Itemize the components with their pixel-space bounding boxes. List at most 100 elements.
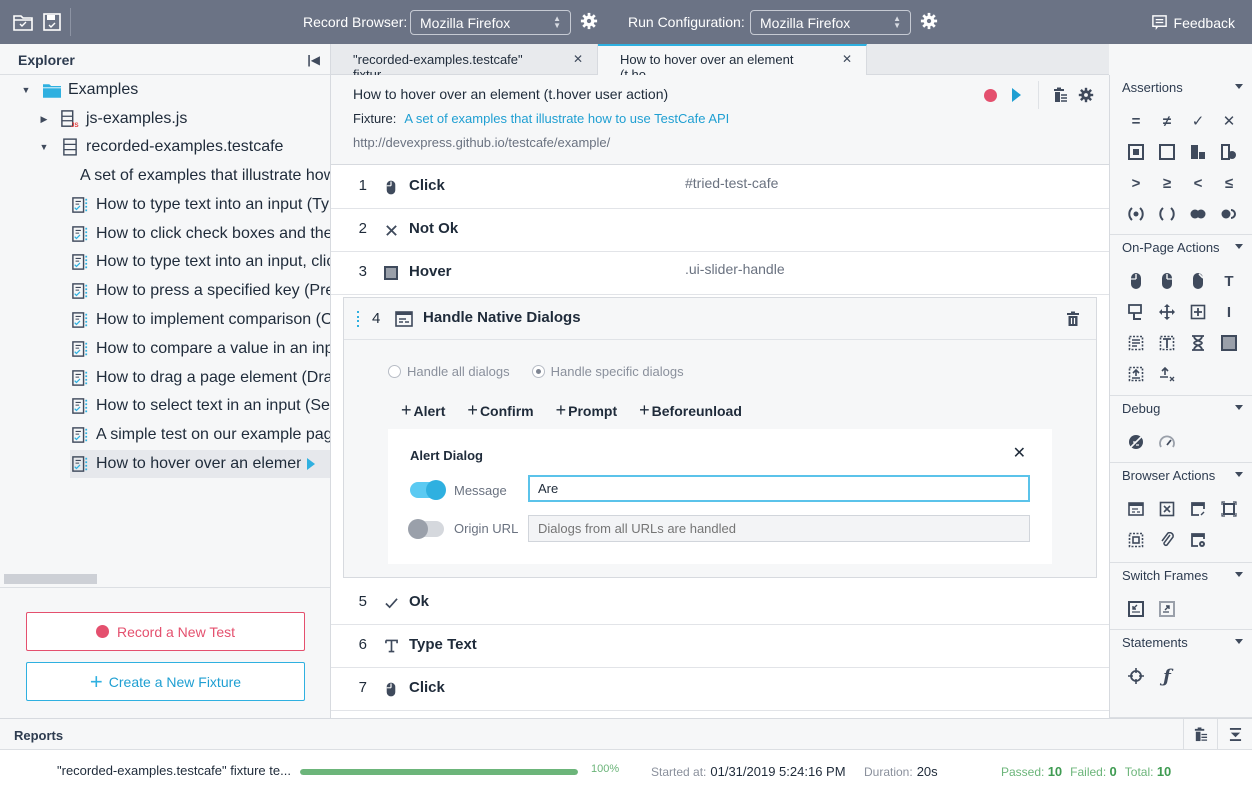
resize-to-fit-icon[interactable] (1124, 528, 1148, 552)
delete-step-icon[interactable] (1066, 311, 1080, 327)
select-text-icon[interactable]: I (1217, 300, 1241, 324)
type-of-icon[interactable] (1186, 140, 1210, 164)
not-within-icon[interactable] (1155, 202, 1179, 226)
collapse-panel-icon[interactable]: |◀ (307, 53, 320, 67)
not-type-of-icon[interactable] (1217, 140, 1241, 164)
not-equal-icon[interactable]: ≠ (1155, 109, 1179, 133)
record-browser-select[interactable]: Mozilla Firefox ▲ ▼ (410, 10, 571, 35)
press-key-icon[interactable] (1217, 331, 1241, 355)
add-prompt-button[interactable]: + Prompt (556, 400, 618, 421)
caret-down-icon[interactable] (1235, 244, 1243, 249)
maximize-window-icon[interactable] (1217, 497, 1241, 521)
step-row[interactable]: 2 Not Ok (331, 209, 1109, 252)
record-new-test-button[interactable]: Record a New Test (26, 612, 305, 651)
close-tab-icon[interactable]: ✕ (842, 52, 852, 76)
right-click-icon[interactable] (1155, 269, 1179, 293)
tab-fixture[interactable]: "recorded-examples.testcafe" fixtur... ✕ (331, 44, 598, 82)
resize-window-icon[interactable] (1186, 497, 1210, 521)
radio-handle-specific-dialogs[interactable]: Handle specific dialogs (531, 364, 684, 379)
message-toggle[interactable] (410, 480, 446, 500)
step-row[interactable]: 5 Ok (331, 582, 1109, 625)
tree-item-testcafe-file[interactable]: ▼ recorded-examples.testcafe (36, 133, 283, 161)
radio-button-selected[interactable] (531, 365, 545, 378)
target-icon[interactable] (1124, 664, 1148, 688)
tree-item-test[interactable]: How to hover over an element (t.hover us… (70, 450, 330, 478)
caret-down-icon[interactable]: ▼ (36, 142, 52, 152)
less-or-equal-icon[interactable]: ≤ (1217, 171, 1241, 195)
run-test-icon[interactable] (1012, 88, 1021, 102)
navigate-icon[interactable] (1124, 497, 1148, 521)
tree-item-test[interactable]: How to press a specified key (Press Key … (70, 277, 330, 305)
close-icon[interactable]: ✕ (1013, 443, 1026, 463)
tree-item-test[interactable]: How to compare a value in an input (70, 335, 330, 363)
caret-down-icon[interactable] (1235, 572, 1243, 577)
greater-or-equal-icon[interactable]: ≥ (1155, 171, 1179, 195)
drag-handle-icon[interactable] (357, 311, 360, 327)
caret-down-icon[interactable] (1235, 639, 1243, 644)
ok-icon[interactable]: ✓ (1186, 109, 1210, 133)
open-folder-icon[interactable] (13, 12, 33, 32)
run-configuration-settings-icon[interactable] (920, 12, 938, 30)
section-title[interactable]: Browser Actions (1122, 468, 1215, 483)
create-new-fixture-button[interactable]: + Create a New Fixture (26, 662, 305, 701)
speed-icon[interactable] (1155, 430, 1179, 454)
section-title[interactable]: Debug (1122, 401, 1160, 416)
drag-to-element-icon[interactable] (1155, 300, 1179, 324)
tree-item-fixture-description[interactable]: A set of examples that illustrate how to… (80, 162, 330, 190)
add-alert-button[interactable]: + Alert (401, 400, 445, 421)
tree-item-folder[interactable]: ▼ Examples (18, 76, 139, 104)
switch-to-main-window-icon[interactable] (1155, 597, 1179, 621)
section-title[interactable]: Statements (1122, 635, 1188, 650)
not-contains-icon[interactable] (1155, 140, 1179, 164)
step-row[interactable]: 4 Handle Native Dialogs (344, 298, 1096, 340)
delete-test-icon[interactable] (1052, 87, 1068, 103)
drag-icon[interactable] (1124, 300, 1148, 324)
caret-down-icon[interactable] (1235, 472, 1243, 477)
clear-reports-button[interactable] (1183, 719, 1217, 750)
take-screenshot-icon[interactable] (1186, 528, 1210, 552)
set-files-to-upload-icon[interactable] (1124, 362, 1148, 386)
select-editable-content-icon[interactable] (1155, 331, 1179, 355)
equal-icon[interactable]: = (1124, 109, 1148, 133)
step-row[interactable]: 1 Click #tried-test-cafe (331, 166, 1109, 209)
tree-item-test[interactable]: How to type text into an input, click (70, 248, 330, 276)
tree-item-test[interactable]: How to type text into an input (Type Tex… (70, 191, 330, 219)
double-click-icon[interactable] (1186, 269, 1210, 293)
message-input[interactable] (528, 475, 1030, 502)
caret-right-icon[interactable]: ▶ (36, 114, 52, 125)
contains-icon[interactable] (1124, 140, 1148, 164)
section-title[interactable]: Switch Frames (1122, 568, 1208, 583)
match-icon[interactable] (1186, 202, 1210, 226)
wait-icon[interactable] (1186, 331, 1210, 355)
tree-item-test[interactable]: How to select text in an input (Select T… (70, 392, 330, 420)
select-textarea-content-icon[interactable] (1124, 331, 1148, 355)
within-icon[interactable] (1124, 202, 1148, 226)
save-icon[interactable] (42, 12, 62, 32)
test-title[interactable]: How to hover over an element (t.hover us… (353, 86, 668, 102)
step-row[interactable]: 6 Type Text (331, 625, 1109, 668)
hover-icon[interactable] (1186, 300, 1210, 324)
tree-item-test[interactable]: How to drag a page element (Drag action) (70, 364, 330, 392)
step-row[interactable]: 7 Click (331, 668, 1109, 711)
type-text-icon[interactable]: T (1217, 269, 1241, 293)
close-tab-icon[interactable]: ✕ (573, 52, 583, 75)
radio-button[interactable] (388, 365, 401, 378)
close-window-icon[interactable] (1155, 497, 1179, 521)
debug-icon[interactable] (1124, 430, 1148, 454)
tree-item-test[interactable]: How to implement comparison (Ok assertio… (70, 306, 330, 334)
feedback-button[interactable]: Feedback (1151, 14, 1235, 31)
caret-down-icon[interactable] (1235, 84, 1243, 89)
test-settings-icon[interactable] (1078, 87, 1094, 103)
record-browser-settings-icon[interactable] (580, 12, 598, 30)
section-title[interactable]: On-Page Actions (1122, 240, 1220, 255)
caret-down-icon[interactable]: ▼ (18, 85, 34, 95)
not-ok-icon[interactable]: ✕ (1217, 109, 1241, 133)
section-title[interactable]: Assertions (1122, 80, 1183, 95)
tab-test-active[interactable]: How to hover over an element (t.ho... ✕ (598, 44, 867, 82)
link-icon[interactable] (1155, 528, 1179, 552)
tree-item-js-file[interactable]: ▶ JS js-examples.js (36, 105, 188, 133)
radio-handle-all-dialogs[interactable]: Handle all dialogs (388, 364, 510, 379)
fixture-link[interactable]: A set of examples that illustrate how to… (404, 111, 729, 126)
collapse-reports-button[interactable] (1217, 719, 1252, 750)
click-icon[interactable] (1124, 269, 1148, 293)
